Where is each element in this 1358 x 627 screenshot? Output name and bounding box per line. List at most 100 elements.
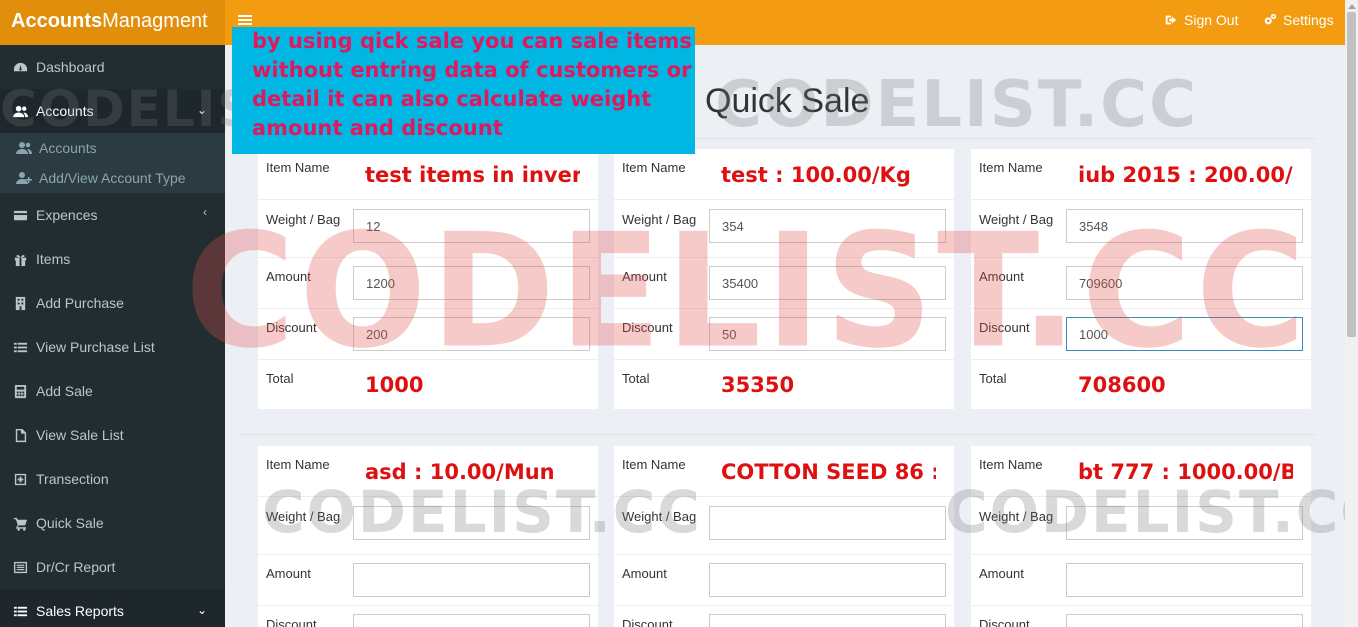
quick-sale-card: Item Name COTTON SEED 86 : 200.00/Bag Wei… xyxy=(614,446,954,627)
total-value: 708600 xyxy=(1078,373,1166,397)
item-name-value: test items in inverntory xyxy=(365,163,580,187)
discount-input[interactable] xyxy=(709,614,946,627)
weight-input[interactable] xyxy=(1066,506,1303,540)
discount-input[interactable] xyxy=(1066,614,1303,627)
sidebar-item-label: Sales Reports xyxy=(36,603,124,619)
chevron-down-icon: ⌄ xyxy=(196,103,207,117)
weight-label: Weight / Bag xyxy=(622,509,697,524)
sign-out-icon xyxy=(1165,15,1177,25)
brand-logo[interactable]: AccountsManagment xyxy=(0,0,225,45)
sidebar-item-add-sale[interactable]: Add Sale xyxy=(0,369,225,413)
sidebar-item-expences[interactable]: Expences ‹ xyxy=(0,193,225,237)
sign-out-label: Sign Out xyxy=(1184,12,1239,28)
item-name-label: Item Name xyxy=(266,457,330,472)
weight-input[interactable] xyxy=(1066,209,1303,243)
discount-input[interactable] xyxy=(353,614,590,627)
sign-out-link[interactable]: Sign Out xyxy=(1164,12,1238,28)
total-value: 1000 xyxy=(365,373,424,397)
callout-line: amount and discount xyxy=(252,116,503,140)
sidebar-item-dr-cr-report[interactable]: Dr/Cr Report xyxy=(0,545,225,589)
callout-line: by using qick sale you can sale items xyxy=(252,29,692,53)
sidebar-item-view-purchase-list[interactable]: View Purchase List xyxy=(0,325,225,369)
item-name-label: Item Name xyxy=(979,160,1043,175)
amount-label: Amount xyxy=(979,566,1024,581)
credit-card-icon xyxy=(13,210,27,220)
item-name-value: asd : 10.00/Mun xyxy=(365,460,555,484)
divider xyxy=(240,434,1315,435)
amount-input[interactable] xyxy=(353,563,590,597)
gears-icon xyxy=(1264,13,1277,25)
amount-input[interactable] xyxy=(1066,563,1303,597)
calculator-icon xyxy=(14,384,26,398)
submenu-item-accounts[interactable]: Accounts xyxy=(0,133,225,163)
settings-link[interactable]: Settings xyxy=(1263,12,1334,28)
weight-input[interactable] xyxy=(353,506,590,540)
weight-input[interactable] xyxy=(709,209,946,243)
submenu-item-label: Accounts xyxy=(39,140,97,156)
quick-sale-card: Item Name asd : 10.00/Mun Weight / Bag Am… xyxy=(258,446,598,627)
building-icon xyxy=(15,296,25,310)
amount-input[interactable] xyxy=(709,563,946,597)
sidebar-item-quick-sale[interactable]: Quick Sale xyxy=(0,501,225,545)
scroll-up-icon[interactable] xyxy=(1348,4,1356,9)
discount-label: Discount xyxy=(622,617,673,627)
sidebar-item-transection[interactable]: Transection xyxy=(0,457,225,501)
discount-label: Discount xyxy=(266,320,317,335)
page-scrollbar[interactable] xyxy=(1345,0,1358,627)
submenu-item-add-view-account-type[interactable]: Add/View Account Type xyxy=(0,163,225,193)
callout-line: detail it can also calculate weight xyxy=(252,87,652,111)
dashboard-icon xyxy=(13,62,27,71)
sidebar-item-label: View Sale List xyxy=(36,427,124,443)
scroll-thumb[interactable] xyxy=(1347,12,1356,337)
sidebar-item-label: Dr/Cr Report xyxy=(36,559,116,575)
amount-label: Amount xyxy=(266,269,311,284)
users-icon xyxy=(16,142,32,154)
weight-label: Weight / Bag xyxy=(979,212,1054,227)
sidebar-item-items[interactable]: Items xyxy=(0,237,225,281)
item-name-label: Item Name xyxy=(622,160,686,175)
quick-sale-card: Item Name test items in inverntory Weight… xyxy=(258,149,598,409)
sidebar-item-view-sale-list[interactable]: View Sale List xyxy=(0,413,225,457)
sidebar-item-label: View Purchase List xyxy=(36,339,155,355)
sidebar-item-label: Transection xyxy=(36,471,109,487)
sidebar-item-accounts[interactable]: Accounts ⌄ xyxy=(0,89,225,133)
chevron-down-icon: ⌄ xyxy=(196,603,207,617)
amount-label: Amount xyxy=(622,269,667,284)
brand-bold: Accounts xyxy=(11,10,103,32)
sidebar-item-add-purchase[interactable]: Add Purchase xyxy=(0,281,225,325)
list-alt-icon xyxy=(13,561,27,573)
discount-input[interactable] xyxy=(709,317,946,351)
item-name-label: Item Name xyxy=(979,457,1043,472)
sidebar-item-label: Dashboard xyxy=(36,59,105,75)
sidebar-item-label: Add Purchase xyxy=(36,295,124,311)
sidebar-toggle-icon[interactable] xyxy=(238,13,252,27)
weight-label: Weight / Bag xyxy=(266,212,341,227)
weight-input[interactable] xyxy=(709,506,946,540)
discount-label: Discount xyxy=(266,617,317,627)
quick-sale-card: Item Name bt 777 : 1000.00/Bag Weight / B… xyxy=(971,446,1311,627)
sidebar-item-sales-reports[interactable]: Sales Reports ⌄ xyxy=(0,589,225,627)
total-label: Total xyxy=(266,371,294,386)
page-title: Quick Sale xyxy=(705,82,870,120)
amount-input[interactable] xyxy=(1066,266,1303,300)
amount-label: Amount xyxy=(979,269,1024,284)
list-icon xyxy=(13,342,27,352)
discount-input[interactable] xyxy=(1066,317,1303,351)
item-name-value: test : 100.00/Kg xyxy=(721,163,911,187)
amount-label: Amount xyxy=(622,566,667,581)
amount-input[interactable] xyxy=(353,266,590,300)
weight-label: Weight / Bag xyxy=(979,509,1054,524)
weight-input[interactable] xyxy=(353,209,590,243)
total-label: Total xyxy=(622,371,650,386)
discount-input[interactable] xyxy=(353,317,590,351)
callout-line: without entring data of customers or xyxy=(252,58,692,82)
accounts-submenu: Accounts Add/View Account Type xyxy=(0,133,225,193)
item-name-value: iub 2015 : 200.00/Bag xyxy=(1078,163,1293,187)
sidebar-item-label: Add Sale xyxy=(36,383,93,399)
amount-input[interactable] xyxy=(709,266,946,300)
sidebar-item-dashboard[interactable]: Dashboard xyxy=(0,45,225,89)
cart-icon xyxy=(13,517,27,531)
list-icon xyxy=(13,606,27,616)
settings-label: Settings xyxy=(1283,12,1334,28)
brand-normal: Managment xyxy=(102,10,208,32)
